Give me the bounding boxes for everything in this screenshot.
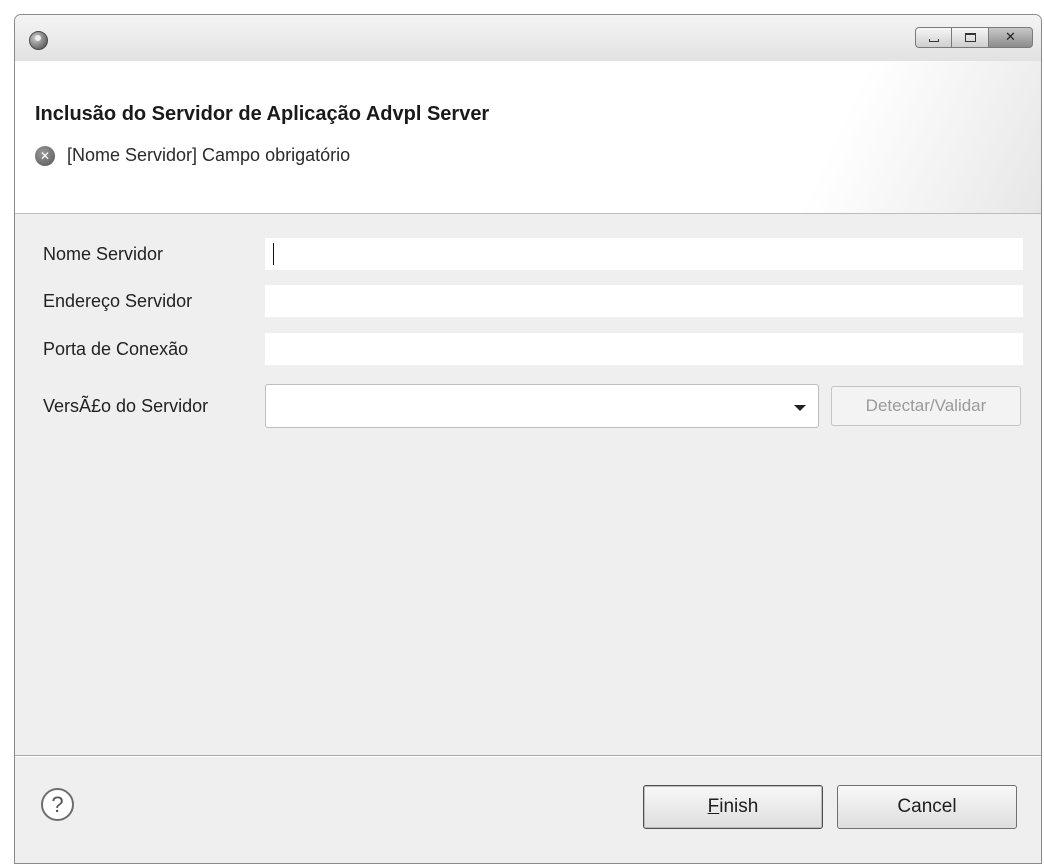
row-versao-servidor: VersÃ£o do Servidor Detectar/Validar xyxy=(15,384,1041,428)
validation-message: ✕ [Nome Servidor] Campo obrigatório xyxy=(35,145,350,166)
minimize-icon xyxy=(928,39,939,42)
maximize-button[interactable] xyxy=(952,27,989,48)
cancel-button[interactable]: Cancel xyxy=(837,785,1017,829)
finish-mnemonic: F xyxy=(707,796,720,817)
row-nome-servidor: Nome Servidor xyxy=(15,238,1041,272)
dialog-footer: ? Finish Cancel xyxy=(15,755,1041,863)
wizard-banner: Inclusão do Servidor de Aplicação Advpl … xyxy=(15,61,1041,214)
text-caret xyxy=(273,243,274,265)
finish-button[interactable]: Finish xyxy=(643,785,823,829)
endereco-servidor-input[interactable] xyxy=(265,285,1023,317)
validation-message-text: [Nome Servidor] Campo obrigatório xyxy=(67,145,351,165)
help-icon[interactable]: ? xyxy=(41,788,74,821)
versao-servidor-label: VersÃ£o do Servidor xyxy=(43,396,209,416)
maximize-icon xyxy=(964,33,976,42)
close-icon: ✕ xyxy=(1005,30,1016,45)
title-bar[interactable]: ✕ xyxy=(15,15,1041,61)
endereco-servidor-label: Endereço Servidor xyxy=(43,291,193,311)
nome-servidor-label: Nome Servidor xyxy=(43,244,164,264)
finish-label: inish xyxy=(719,796,759,817)
minimize-button[interactable] xyxy=(915,27,952,48)
row-endereco-servidor: Endereço Servidor xyxy=(15,285,1041,319)
row-porta-conexao: Porta de Conexão xyxy=(15,333,1041,367)
detect-validate-button[interactable]: Detectar/Validar xyxy=(831,386,1021,426)
chevron-down-icon[interactable] xyxy=(794,405,806,411)
error-icon: ✕ xyxy=(35,145,55,166)
nome-servidor-input[interactable] xyxy=(265,238,1023,270)
porta-conexao-input[interactable] xyxy=(265,333,1023,365)
eclipse-icon xyxy=(29,31,48,50)
close-button[interactable]: ✕ xyxy=(989,27,1033,48)
porta-conexao-label: Porta de Conexão xyxy=(43,339,189,359)
versao-servidor-select[interactable] xyxy=(265,384,819,428)
dialog-window: ✕ Inclusão do Servidor de Aplicação Advp… xyxy=(14,14,1042,864)
window-controls: ✕ xyxy=(915,27,1033,48)
page-title: Inclusão do Servidor de Aplicação Advpl … xyxy=(35,103,490,125)
